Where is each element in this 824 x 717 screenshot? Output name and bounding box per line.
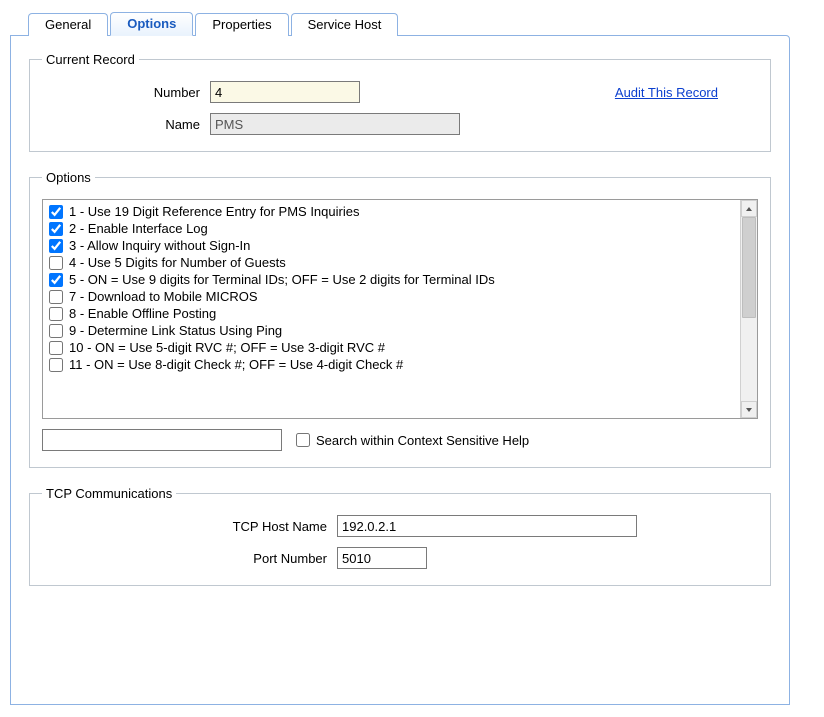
number-label: Number bbox=[42, 85, 210, 100]
option-label: 8 - Enable Offline Posting bbox=[69, 306, 216, 321]
scroll-down-button[interactable] bbox=[741, 401, 757, 418]
option-row: 1 - Use 19 Digit Reference Entry for PMS… bbox=[49, 203, 734, 220]
option-checkbox[interactable] bbox=[49, 256, 63, 270]
option-row: 7 - Download to Mobile MICROS bbox=[49, 288, 734, 305]
scroll-track[interactable] bbox=[741, 217, 757, 401]
options-scrollbar[interactable] bbox=[740, 200, 757, 418]
option-row: 2 - Enable Interface Log bbox=[49, 220, 734, 237]
option-checkbox[interactable] bbox=[49, 358, 63, 372]
option-label: 11 - ON = Use 8-digit Check #; OFF = Use… bbox=[69, 357, 403, 372]
current-record-legend: Current Record bbox=[42, 52, 139, 67]
option-row: 11 - ON = Use 8-digit Check #; OFF = Use… bbox=[49, 356, 734, 373]
option-checkbox[interactable] bbox=[49, 324, 63, 338]
tab-panel: Current Record Number Audit This Record … bbox=[10, 35, 790, 705]
options-legend: Options bbox=[42, 170, 95, 185]
option-row: 9 - Determine Link Status Using Ping bbox=[49, 322, 734, 339]
option-checkbox[interactable] bbox=[49, 273, 63, 287]
tab-properties[interactable]: Properties bbox=[195, 13, 288, 36]
option-row: 4 - Use 5 Digits for Number of Guests bbox=[49, 254, 734, 271]
search-help-label: Search within Context Sensitive Help bbox=[316, 433, 529, 448]
option-label: 2 - Enable Interface Log bbox=[69, 221, 208, 236]
option-row: 10 - ON = Use 5-digit RVC #; OFF = Use 3… bbox=[49, 339, 734, 356]
scroll-up-button[interactable] bbox=[741, 200, 757, 217]
options-listbox: 1 - Use 19 Digit Reference Entry for PMS… bbox=[42, 199, 758, 419]
option-checkbox[interactable] bbox=[49, 239, 63, 253]
name-input bbox=[210, 113, 460, 135]
tab-service-host[interactable]: Service Host bbox=[291, 13, 399, 36]
scroll-thumb[interactable] bbox=[742, 217, 756, 318]
option-row: 3 - Allow Inquiry without Sign-In bbox=[49, 237, 734, 254]
option-label: 5 - ON = Use 9 digits for Terminal IDs; … bbox=[69, 272, 495, 287]
tcp-legend: TCP Communications bbox=[42, 486, 176, 501]
tcp-port-label: Port Number bbox=[42, 551, 337, 566]
tab-strip: General Options Properties Service Host bbox=[10, 10, 814, 35]
option-checkbox[interactable] bbox=[49, 290, 63, 304]
option-checkbox[interactable] bbox=[49, 307, 63, 321]
option-label: 9 - Determine Link Status Using Ping bbox=[69, 323, 282, 338]
name-label: Name bbox=[42, 117, 210, 132]
option-label: 1 - Use 19 Digit Reference Entry for PMS… bbox=[69, 204, 359, 219]
option-label: 3 - Allow Inquiry without Sign-In bbox=[69, 238, 250, 253]
current-record-group: Current Record Number Audit This Record … bbox=[29, 52, 771, 152]
option-row: 8 - Enable Offline Posting bbox=[49, 305, 734, 322]
search-help-checkbox[interactable] bbox=[296, 433, 310, 447]
options-list: 1 - Use 19 Digit Reference Entry for PMS… bbox=[43, 200, 740, 418]
audit-link[interactable]: Audit This Record bbox=[615, 85, 718, 100]
number-input[interactable] bbox=[210, 81, 360, 103]
option-checkbox[interactable] bbox=[49, 341, 63, 355]
option-row: 5 - ON = Use 9 digits for Terminal IDs; … bbox=[49, 271, 734, 288]
option-checkbox[interactable] bbox=[49, 222, 63, 236]
tab-general[interactable]: General bbox=[28, 13, 108, 36]
tcp-port-input[interactable] bbox=[337, 547, 427, 569]
option-checkbox[interactable] bbox=[49, 205, 63, 219]
options-search-input[interactable] bbox=[42, 429, 282, 451]
tcp-group: TCP Communications TCP Host Name Port Nu… bbox=[29, 486, 771, 586]
option-label: 4 - Use 5 Digits for Number of Guests bbox=[69, 255, 286, 270]
tab-options[interactable]: Options bbox=[110, 12, 193, 36]
options-group: Options 1 - Use 19 Digit Reference Entry… bbox=[29, 170, 771, 468]
option-label: 10 - ON = Use 5-digit RVC #; OFF = Use 3… bbox=[69, 340, 385, 355]
option-label: 7 - Download to Mobile MICROS bbox=[69, 289, 258, 304]
tcp-host-input[interactable] bbox=[337, 515, 637, 537]
tcp-host-label: TCP Host Name bbox=[42, 519, 337, 534]
